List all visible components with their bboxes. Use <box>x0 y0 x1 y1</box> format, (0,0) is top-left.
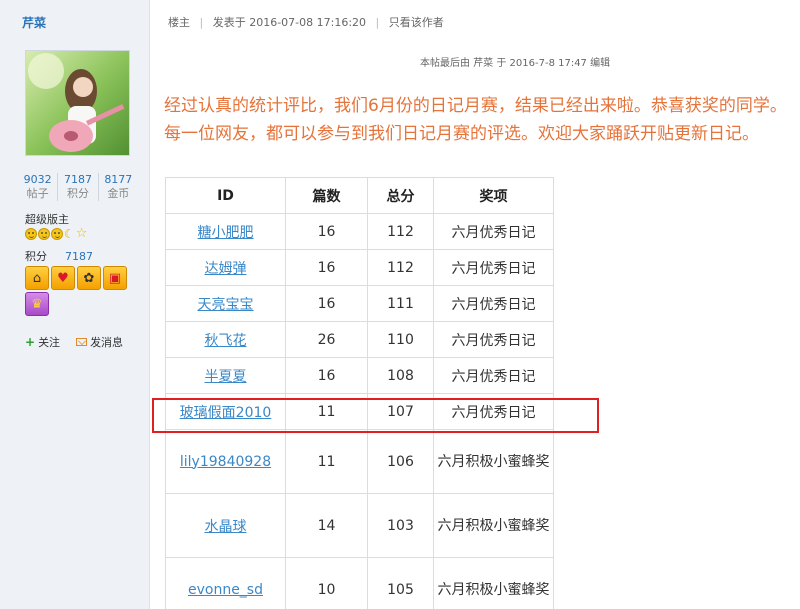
home-medal-icon[interactable]: ⌂ <box>25 266 49 290</box>
user-actions: + 关注 发消息 <box>25 334 123 350</box>
cell-count: 16 <box>285 213 368 250</box>
cell-award: 六月优秀日记 <box>433 249 554 286</box>
stat-posts[interactable]: 9032 帖子 <box>18 173 59 201</box>
table-row: lily19840928 11 106 六月积极小蜜蜂奖 <box>165 429 554 494</box>
cell-award: 六月积极小蜜蜂奖 <box>433 429 554 494</box>
cell-count: 16 <box>285 285 368 322</box>
cell-award: 六月积极小蜜蜂奖 <box>433 557 554 609</box>
cell-award: 六月优秀日记 <box>433 357 554 394</box>
cell-score: 103 <box>367 493 434 558</box>
announcement-text: 经过认真的统计评比，我们6月份的日记月赛，结果已经出来啦。恭喜获奖的同学。每一位… <box>164 96 787 144</box>
user-link[interactable]: 糖小肥肥 <box>198 225 254 241</box>
heart-medal-icon[interactable]: ♥ <box>51 266 75 290</box>
user-link[interactable]: evonne_sd <box>188 582 263 598</box>
gift-medal-icon[interactable]: ▣ <box>103 266 127 290</box>
stat-points[interactable]: 7187 积分 <box>58 173 99 201</box>
follow-button[interactable]: + 关注 <box>25 334 60 350</box>
cell-award: 六月优秀日记 <box>433 213 554 250</box>
cell-award: 六月优秀日记 <box>433 285 554 322</box>
header-count: 篇数 <box>285 177 368 214</box>
user-link[interactable]: 天亮宝宝 <box>198 297 254 313</box>
user-link[interactable]: 秋飞花 <box>205 333 247 349</box>
floor-label: 楼主 <box>168 16 190 29</box>
smiley-icon <box>38 228 50 240</box>
cell-score: 112 <box>367 213 434 250</box>
message-button[interactable]: 发消息 <box>76 334 123 350</box>
only-author-link[interactable]: 只看该作者 <box>389 16 444 29</box>
cell-count: 26 <box>285 321 368 358</box>
user-link[interactable]: lily19840928 <box>180 454 271 470</box>
stat-coins[interactable]: 8177 金币 <box>99 173 138 201</box>
moon-icon: ☾ <box>64 227 75 241</box>
cell-score: 108 <box>367 357 434 394</box>
user-link[interactable]: 半夏夏 <box>205 369 247 385</box>
smiley-icon <box>51 228 63 240</box>
cell-score: 111 <box>367 285 434 322</box>
results-table: ID 篇数 总分 奖项 糖小肥肥 16 112 六月优秀日记 达姆弹 16 11… <box>165 177 554 609</box>
author-name[interactable]: 芹菜 <box>22 14 46 31</box>
medals: ⌂ ♥ ✿ ▣ ♛ <box>25 266 135 316</box>
cell-award: 六月积极小蜜蜂奖 <box>433 493 554 558</box>
cell-count: 11 <box>285 429 368 494</box>
cell-count: 16 <box>285 357 368 394</box>
table-row: evonne_sd 10 105 六月积极小蜜蜂奖 <box>165 557 554 609</box>
avatar[interactable] <box>25 50 130 156</box>
bee-medal-icon[interactable]: ✿ <box>77 266 101 290</box>
user-role: 超级版主 <box>25 213 69 226</box>
cell-score: 110 <box>367 321 434 358</box>
table-row: 糖小肥肥 16 112 六月优秀日记 <box>165 213 554 250</box>
header-score: 总分 <box>367 177 434 214</box>
table-row: 半夏夏 16 108 六月优秀日记 <box>165 357 554 394</box>
header-id: ID <box>165 177 286 214</box>
user-link[interactable]: 达姆弹 <box>205 261 247 277</box>
highlight-box <box>152 398 599 433</box>
header-award: 奖项 <box>433 177 554 214</box>
user-stats: 9032 帖子 7187 积分 8177 金币 <box>18 173 138 201</box>
points-row: 积分 7187 <box>25 250 93 263</box>
cell-score: 112 <box>367 249 434 286</box>
author-sidebar: 芹菜 9032 帖子 7187 积分 8177 金币 超级版主 ☾ ☆ 积分 7… <box>0 0 150 609</box>
cell-count: 10 <box>285 557 368 609</box>
table-row: 秋飞花 26 110 六月优秀日记 <box>165 321 554 358</box>
edit-note: 本帖最后由 芹菜 于 2016-7-8 17:47 编辑 <box>420 58 611 69</box>
rank-icons: ☾ ☆ <box>25 226 88 241</box>
table-row: 天亮宝宝 16 111 六月优秀日记 <box>165 285 554 322</box>
plus-icon: + <box>25 335 36 349</box>
cell-score: 105 <box>367 557 434 609</box>
star-icon: ☆ <box>75 226 88 241</box>
post-meta: 楼主 | 发表于 2016-07-08 17:16:20 | 只看该作者 <box>168 16 444 29</box>
cell-count: 16 <box>285 249 368 286</box>
crown-medal-icon[interactable]: ♛ <box>25 292 49 316</box>
cell-score: 106 <box>367 429 434 494</box>
post-time: 发表于 2016-07-08 17:16:20 <box>212 16 367 29</box>
table-row: 达姆弹 16 112 六月优秀日记 <box>165 249 554 286</box>
user-link[interactable]: 水晶球 <box>205 519 247 535</box>
table-row: 水晶球 14 103 六月积极小蜜蜂奖 <box>165 493 554 558</box>
smiley-icon <box>25 228 37 240</box>
cell-count: 14 <box>285 493 368 558</box>
cell-award: 六月优秀日记 <box>433 321 554 358</box>
envelope-icon <box>76 338 88 346</box>
